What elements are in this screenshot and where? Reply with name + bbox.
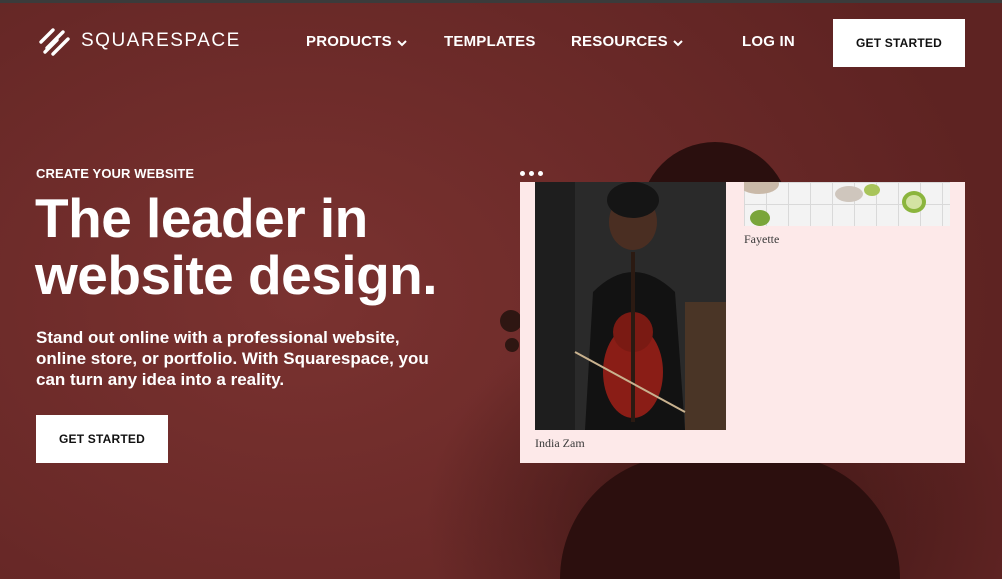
hero-headline-line2: website design. — [35, 244, 438, 306]
nav-products[interactable]: PRODUCTS — [306, 33, 408, 50]
preview-caption-left: India Zam — [535, 436, 585, 450]
window-dots-icon — [520, 171, 543, 176]
preview-photo-cellist — [535, 182, 726, 430]
hero-subtext: Stand out online with a professional web… — [36, 328, 429, 389]
nav-products-label: PRODUCTS — [306, 33, 392, 50]
table-illustration — [744, 182, 926, 226]
hero-headline: The leader in website design. — [35, 187, 438, 306]
background-flower — [505, 338, 519, 352]
template-preview-card[interactable]: India Zam Fayette — [520, 182, 965, 463]
chevron-down-icon — [673, 39, 683, 46]
squarespace-logo-icon — [39, 28, 70, 56]
preview-caption-right: Fayette — [744, 232, 780, 246]
login-label: LOG IN — [742, 33, 795, 50]
top-border — [0, 0, 1002, 3]
nav-templates-label: TEMPLATES — [444, 33, 536, 50]
dot — [538, 171, 543, 176]
brand-name: SQUARESPACE — [81, 30, 241, 51]
hero-get-started-label: GET STARTED — [59, 432, 145, 446]
dot — [529, 171, 534, 176]
nav-templates[interactable]: TEMPLATES — [444, 33, 536, 50]
nav-resources[interactable]: RESOURCES — [571, 33, 684, 50]
dot — [520, 171, 525, 176]
chevron-down-icon — [397, 39, 407, 46]
hero-eyebrow: CREATE YOUR WEBSITE — [36, 166, 195, 181]
login-link[interactable]: LOG IN — [742, 33, 795, 50]
preview-photo-table — [744, 182, 950, 226]
nav-resources-label: RESOURCES — [571, 33, 668, 50]
background-flower — [500, 310, 522, 332]
hero-get-started-button[interactable]: GET STARTED — [36, 415, 168, 463]
hero-headline-line1: The leader in — [35, 187, 368, 249]
squarespace-logo[interactable]: SQUARESPACE — [36, 26, 241, 56]
header-get-started-label: GET STARTED — [856, 36, 942, 50]
header-get-started-button[interactable]: GET STARTED — [833, 19, 965, 67]
cellist-illustration — [535, 182, 726, 430]
